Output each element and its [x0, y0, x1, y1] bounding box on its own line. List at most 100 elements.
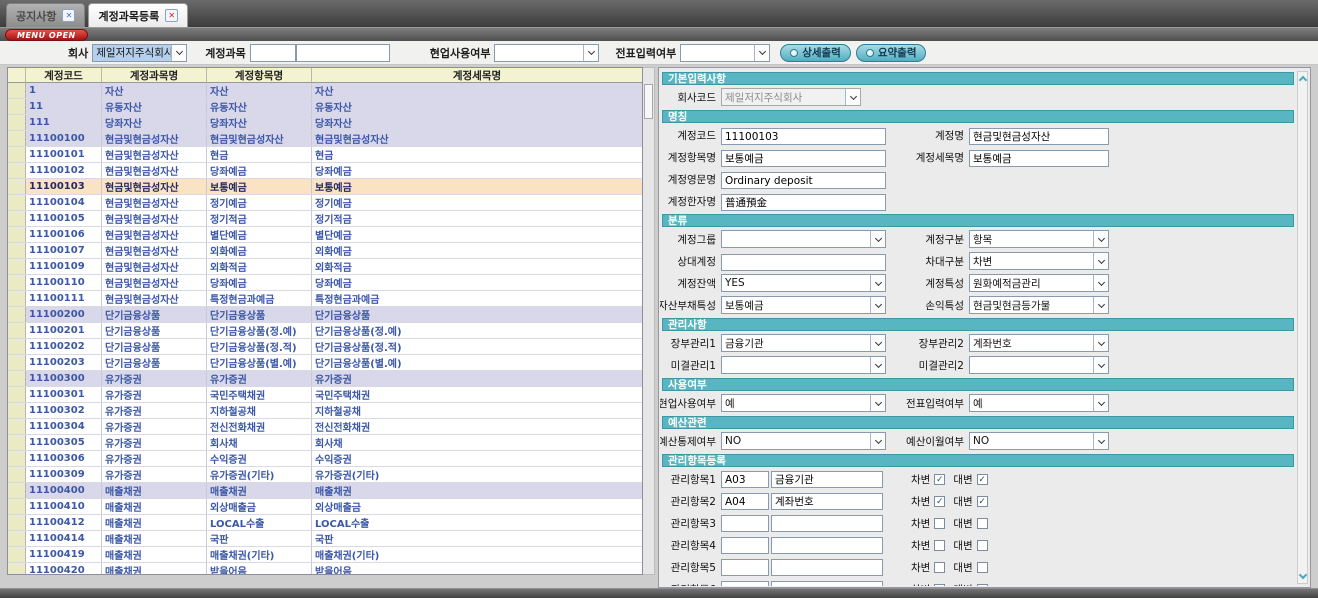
mgmt-item1-name-input[interactable]: [771, 471, 883, 488]
grid-row[interactable]: 11100105현금및현금성자산정기적금정기적금: [8, 211, 642, 227]
account-attribute-select[interactable]: 원화예적금관리: [969, 274, 1109, 292]
mgmt-item5-debit-checkbox[interactable]: [934, 562, 945, 573]
grid-row[interactable]: 11100410매출채권외상매출금외상매출금: [8, 499, 642, 515]
grid-row[interactable]: 11100419매출채권매출채권(기타)매출채권(기타): [8, 547, 642, 563]
close-icon[interactable]: ✕: [62, 9, 75, 22]
grid-row[interactable]: 11100202단기금융상품단기금융상품(정.적)단기금융상품(정.적): [8, 339, 642, 355]
tab-account-register[interactable]: 계정과목등록 ✕: [88, 3, 188, 27]
budget-carryover-select[interactable]: NO: [969, 432, 1109, 450]
mgmt-item2-code-input[interactable]: [721, 493, 769, 510]
mgmt-item3-code-input[interactable]: [721, 515, 769, 532]
mgmt-item1-debit-checkbox[interactable]: ✓: [934, 474, 945, 485]
panel-scrollbar[interactable]: [1297, 71, 1308, 584]
grid-row[interactable]: 11100300유가증권유가증권유가증권: [8, 371, 642, 387]
grid-cell: 당좌예금: [312, 275, 642, 290]
account-name-input[interactable]: [969, 128, 1109, 145]
counter-account-input[interactable]: [721, 254, 886, 271]
account-balance-select[interactable]: YES: [721, 274, 886, 292]
profit-loss-attribute-select[interactable]: 현금및현금등가물: [969, 296, 1109, 314]
grid-row[interactable]: 11유동자산유동자산유동자산: [8, 99, 642, 115]
field-use-select[interactable]: 예: [721, 394, 886, 412]
field-use-filter-select[interactable]: [494, 44, 599, 62]
grid-row[interactable]: 11100109현금및현금성자산외화적금외화적금: [8, 259, 642, 275]
detail-print-button[interactable]: 상세출력: [780, 44, 851, 62]
chevron-down-icon[interactable]: [1298, 571, 1306, 579]
grid-row[interactable]: 11100106현금및현금성자산별단예금별단예금: [8, 227, 642, 243]
grid-row[interactable]: 11100103현금및현금성자산보통예금보통예금: [8, 179, 642, 195]
grid-row[interactable]: 11100110현금및현금성자산당좌예금당좌예금: [8, 275, 642, 291]
grid-row[interactable]: 111당좌자산당좌자산당좌자산: [8, 115, 642, 131]
mgmt-item4-credit-checkbox[interactable]: [977, 540, 988, 551]
grid-row[interactable]: 11100301유가증권국민주택채권국민주택채권: [8, 387, 642, 403]
grid-cell: 11100309: [26, 467, 102, 482]
mgmt-item2-credit-checkbox[interactable]: ✓: [977, 496, 988, 507]
account-code-input[interactable]: [721, 128, 886, 145]
mgmt-item6-credit-checkbox[interactable]: [977, 584, 988, 586]
grid-scrollbar-thumb[interactable]: [644, 84, 653, 119]
grid-row[interactable]: 11100104현금및현금성자산정기예금정기예금: [8, 195, 642, 211]
mgmt-item3-name-input[interactable]: [771, 515, 883, 532]
asset-liability-attribute-select[interactable]: 보통예금: [721, 296, 886, 314]
mgmt-item4-name-input[interactable]: [771, 537, 883, 554]
mgmt-item5-name-input[interactable]: [771, 559, 883, 576]
mgmt-item1-code-input[interactable]: [721, 471, 769, 488]
slip-input-select[interactable]: 예: [969, 394, 1109, 412]
mgmt-item4-debit-checkbox[interactable]: [934, 540, 945, 551]
grid-row[interactable]: 11100309유가증권유가증권(기타)유가증권(기타): [8, 467, 642, 483]
budget-control-select[interactable]: NO: [721, 432, 886, 450]
grid-cell: 외화적금: [207, 259, 312, 274]
grid-row[interactable]: 11100400매출채권매출채권매출채권: [8, 483, 642, 499]
menu-open-button[interactable]: MENU OPEN: [5, 29, 88, 41]
grid-row[interactable]: 11100412매출채권LOCAL수출LOCAL수출: [8, 515, 642, 531]
mgmt-item1-credit-checkbox[interactable]: ✓: [977, 474, 988, 485]
grid-row[interactable]: 11100203단기금융상품단기금융상품(별.예)단기금융상품(별.예): [8, 355, 642, 371]
grid-row[interactable]: 11100306유가증권수익증권수익증권: [8, 451, 642, 467]
grid-cell: 유가증권: [102, 435, 207, 450]
grid-row[interactable]: 11100414매출채권국판국판: [8, 531, 642, 547]
grid-row[interactable]: 11100100현금및현금성자산현금및현금성자산현금및현금성자산: [8, 131, 642, 147]
ledger-mgmt1-select[interactable]: 금융기관: [721, 334, 886, 352]
account-item-name-input[interactable]: [721, 150, 886, 167]
grid-row[interactable]: 11100102현금및현금성자산당좌예금당좌예금: [8, 163, 642, 179]
close-icon[interactable]: ✕: [165, 9, 178, 22]
mgmt-item6-debit-checkbox[interactable]: [934, 584, 945, 586]
account-class-select[interactable]: 항목: [969, 230, 1109, 248]
grid-row[interactable]: 11100200단기금융상품단기금융상품단기금융상품: [8, 307, 642, 323]
mgmt-item5-credit-checkbox[interactable]: [977, 562, 988, 573]
account-detail-name-input[interactable]: [969, 150, 1109, 167]
grid-row[interactable]: 11100101현금및현금성자산현금현금: [8, 147, 642, 163]
account-group-select[interactable]: [721, 230, 886, 248]
tab-notice[interactable]: 공지사항 ✕: [6, 3, 85, 27]
debit-credit-class-select[interactable]: 차변: [969, 252, 1109, 270]
mgmt-item2-debit-checkbox[interactable]: ✓: [934, 496, 945, 507]
mgmt-item3-credit-checkbox[interactable]: [977, 518, 988, 529]
mgmt-item2-name-input[interactable]: [771, 493, 883, 510]
grid-cell: 현금및현금성자산: [207, 131, 312, 146]
grid-row[interactable]: 11100201단기금융상품단기금융상품(정.예)단기금융상품(정.예): [8, 323, 642, 339]
account-name-search-input[interactable]: [296, 44, 390, 62]
grid-cell: 유가증권: [207, 371, 312, 386]
account-english-name-input[interactable]: [721, 172, 886, 189]
account-hanja-name-input[interactable]: [721, 194, 886, 211]
slip-input-filter-select[interactable]: [680, 44, 770, 62]
mgmt-item6-name-input[interactable]: [771, 581, 883, 586]
grid-scrollbar[interactable]: [643, 67, 655, 575]
grid-row[interactable]: 11100304유가증권전신전화채권전신전화채권: [8, 419, 642, 435]
grid-row[interactable]: 11100111현금및현금성자산특정현금과예금특정현금과예금: [8, 291, 642, 307]
mgmt-item3-debit-checkbox[interactable]: [934, 518, 945, 529]
grid-row[interactable]: 11100107현금및현금성자산외화예금외화예금: [8, 243, 642, 259]
chevron-up-icon[interactable]: [1298, 76, 1306, 84]
grid-row[interactable]: 1자산자산자산: [8, 83, 642, 99]
mgmt-item6-code-input[interactable]: [721, 581, 769, 586]
company-select[interactable]: 제일저지주식회사: [92, 44, 187, 62]
grid-row[interactable]: 11100305유가증권회사채회사채: [8, 435, 642, 451]
summary-print-button[interactable]: 요약출력: [856, 44, 927, 62]
ledger-mgmt2-select[interactable]: 계좌번호: [969, 334, 1109, 352]
pending-mgmt1-select[interactable]: [721, 356, 886, 374]
mgmt-item4-code-input[interactable]: [721, 537, 769, 554]
pending-mgmt2-select[interactable]: [969, 356, 1109, 374]
account-code-search-input[interactable]: [250, 44, 296, 62]
grid-row[interactable]: 11100420매출채권받을어음받을어음: [8, 563, 642, 575]
grid-row[interactable]: 11100302유가증권지하철공채지하철공채: [8, 403, 642, 419]
mgmt-item5-code-input[interactable]: [721, 559, 769, 576]
